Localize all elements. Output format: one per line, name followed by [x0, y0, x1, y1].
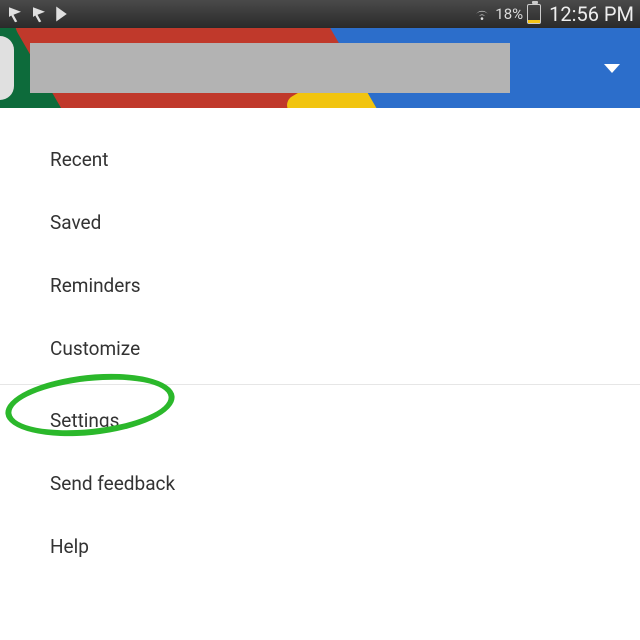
notification-play-icon-2	[30, 5, 48, 23]
battery-icon	[527, 4, 541, 24]
avatar[interactable]	[0, 36, 14, 100]
menu-item-label: Saved	[50, 211, 101, 234]
menu-item-label: Customize	[50, 337, 140, 360]
menu-item-recent[interactable]: Recent	[0, 128, 640, 191]
app-header	[0, 28, 640, 108]
menu-item-settings[interactable]: Settings	[0, 389, 640, 452]
android-status-bar: 18% 12:56 PM	[0, 0, 640, 28]
menu-item-label: Recent	[50, 148, 109, 171]
menu-item-send-feedback[interactable]: Send feedback	[0, 452, 640, 515]
menu-item-label: Send feedback	[50, 472, 175, 495]
menu-item-help[interactable]: Help	[0, 515, 640, 578]
status-clock: 12:56 PM	[549, 2, 634, 26]
battery-percentage: 18%	[495, 5, 523, 23]
search-input[interactable]	[30, 43, 510, 93]
navigation-menu: Recent Saved Reminders Customize Setting…	[0, 108, 640, 598]
menu-item-label: Help	[50, 535, 89, 558]
google-play-icon	[54, 5, 72, 23]
menu-divider	[0, 384, 640, 385]
menu-item-label: Reminders	[50, 274, 141, 297]
menu-item-reminders[interactable]: Reminders	[0, 254, 640, 317]
wifi-icon	[473, 5, 491, 23]
notification-play-icon	[6, 5, 24, 23]
account-dropdown-caret-icon[interactable]	[604, 64, 620, 73]
status-right-icons: 18% 12:56 PM	[473, 2, 634, 26]
menu-item-label: Settings	[50, 409, 119, 432]
menu-item-saved[interactable]: Saved	[0, 191, 640, 254]
status-left-icons	[6, 5, 72, 23]
menu-item-customize[interactable]: Customize	[0, 317, 640, 380]
